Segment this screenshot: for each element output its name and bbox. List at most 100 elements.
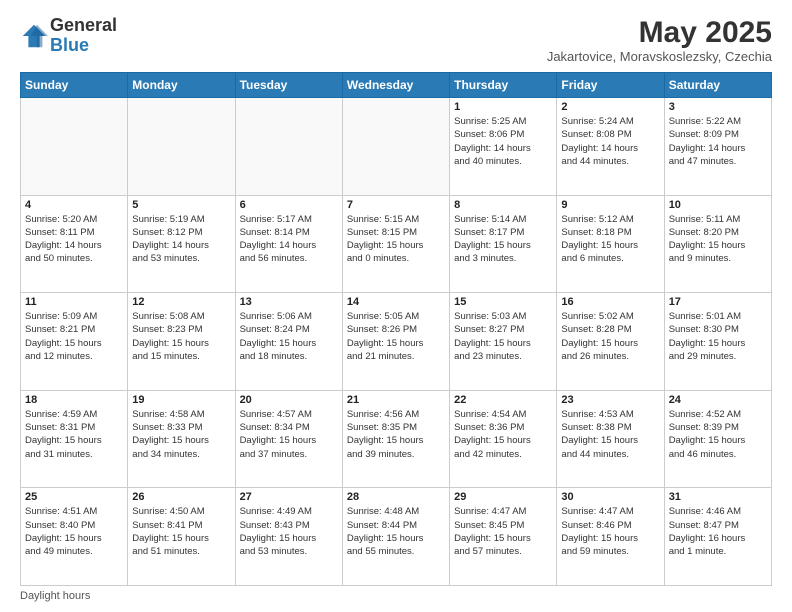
day-number: 25 [25,491,123,503]
calendar-week-1: 4Sunrise: 5:20 AM Sunset: 8:11 PM Daylig… [21,195,772,293]
calendar-cell: 4Sunrise: 5:20 AM Sunset: 8:11 PM Daylig… [21,195,128,293]
header-sunday: Sunday [21,73,128,98]
day-number: 5 [132,199,230,211]
calendar-cell: 15 Sunrise: 5:03 AM Sunset: 8:27 PM Dayli… [450,293,557,391]
day-number: 1 [454,101,552,113]
day-number: 16 [561,296,659,308]
calendar-header-row: Sunday Monday Tuesday Wednesday Thursday… [21,73,772,98]
day-info: Sunrise: 4:48 AM Sunset: 8:44 PM Dayligh… [347,505,445,558]
calendar-cell: 7 Sunrise: 5:15 AM Sunset: 8:15 PM Daylig… [342,195,449,293]
calendar-cell: 12 Sunrise: 5:08 AM Sunset: 8:23 PM Dayli… [128,293,235,391]
calendar-cell: 27 Sunrise: 4:49 AM Sunset: 8:43 PM Dayli… [235,488,342,586]
calendar-cell: 29 Sunrise: 4:47 AM Sunset: 8:45 PM Dayli… [450,488,557,586]
day-info: Sunrise: 4:46 AM Sunset: 8:47 PM Dayligh… [669,505,767,558]
header-saturday: Saturday [664,73,771,98]
day-info: Sunrise: 5:17 AM Sunset: 8:14 PM Dayligh… [240,213,338,266]
day-number: 31 [669,491,767,503]
calendar-cell: 17Sunrise: 5:01 AM Sunset: 8:30 PM Dayli… [664,293,771,391]
day-info: Sunrise: 5:24 AM Sunset: 8:08 PM Dayligh… [561,115,659,168]
day-number: 24 [669,394,767,406]
day-info: Sunrise: 4:47 AM Sunset: 8:45 PM Dayligh… [454,505,552,558]
day-number: 27 [240,491,338,503]
day-number: 8 [454,199,552,211]
day-info: Sunrise: 4:57 AM Sunset: 8:34 PM Dayligh… [240,408,338,461]
calendar-cell: 16Sunrise: 5:02 AM Sunset: 8:28 PM Dayli… [557,293,664,391]
day-number: 14 [347,296,445,308]
day-number: 21 [347,394,445,406]
day-number: 17 [669,296,767,308]
calendar-cell: 31 Sunrise: 4:46 AM Sunset: 8:47 PM Dayli… [664,488,771,586]
calendar-week-3: 18 Sunrise: 4:59 AM Sunset: 8:31 PM Dayli… [21,390,772,488]
day-info: Sunrise: 4:56 AM Sunset: 8:35 PM Dayligh… [347,408,445,461]
day-info: Sunrise: 5:03 AM Sunset: 8:27 PM Dayligh… [454,310,552,363]
day-number: 6 [240,199,338,211]
day-info: Sunrise: 5:08 AM Sunset: 8:23 PM Dayligh… [132,310,230,363]
day-info: Sunrise: 4:58 AM Sunset: 8:33 PM Dayligh… [132,408,230,461]
day-number: 26 [132,491,230,503]
day-info: Sunrise: 5:05 AM Sunset: 8:26 PM Dayligh… [347,310,445,363]
day-number: 28 [347,491,445,503]
day-number: 22 [454,394,552,406]
day-number: 11 [25,296,123,308]
header-friday: Friday [557,73,664,98]
calendar-cell: 10Sunrise: 5:11 AM Sunset: 8:20 PM Dayli… [664,195,771,293]
calendar-week-4: 25 Sunrise: 4:51 AM Sunset: 8:40 PM Dayli… [21,488,772,586]
day-info: Sunrise: 4:51 AM Sunset: 8:40 PM Dayligh… [25,505,123,558]
day-info: Sunrise: 4:49 AM Sunset: 8:43 PM Dayligh… [240,505,338,558]
calendar-cell: 18 Sunrise: 4:59 AM Sunset: 8:31 PM Dayli… [21,390,128,488]
day-info: Sunrise: 5:15 AM Sunset: 8:15 PM Dayligh… [347,213,445,266]
calendar-cell: 5 Sunrise: 5:19 AM Sunset: 8:12 PM Daylig… [128,195,235,293]
month-title: May 2025 [547,16,772,49]
day-number: 18 [25,394,123,406]
header-wednesday: Wednesday [342,73,449,98]
day-number: 23 [561,394,659,406]
day-info: Sunrise: 4:50 AM Sunset: 8:41 PM Dayligh… [132,505,230,558]
calendar-cell: 23 Sunrise: 4:53 AM Sunset: 8:38 PM Dayli… [557,390,664,488]
calendar-cell: 14 Sunrise: 5:05 AM Sunset: 8:26 PM Dayli… [342,293,449,391]
calendar-cell: 25 Sunrise: 4:51 AM Sunset: 8:40 PM Dayli… [21,488,128,586]
calendar-cell: 8Sunrise: 5:14 AM Sunset: 8:17 PM Daylig… [450,195,557,293]
day-number: 12 [132,296,230,308]
day-info: Sunrise: 4:53 AM Sunset: 8:38 PM Dayligh… [561,408,659,461]
calendar-cell [235,98,342,196]
day-number: 29 [454,491,552,503]
calendar-cell: 30 Sunrise: 4:47 AM Sunset: 8:46 PM Dayli… [557,488,664,586]
calendar-cell [342,98,449,196]
calendar-cell: 22 Sunrise: 4:54 AM Sunset: 8:36 PM Dayli… [450,390,557,488]
day-number: 3 [669,101,767,113]
header-thursday: Thursday [450,73,557,98]
day-number: 2 [561,101,659,113]
day-number: 30 [561,491,659,503]
calendar-cell: 3Sunrise: 5:22 AM Sunset: 8:09 PM Daylig… [664,98,771,196]
header-monday: Monday [128,73,235,98]
calendar-cell: 19 Sunrise: 4:58 AM Sunset: 8:33 PM Dayli… [128,390,235,488]
day-info: Sunrise: 4:54 AM Sunset: 8:36 PM Dayligh… [454,408,552,461]
header-tuesday: Tuesday [235,73,342,98]
day-number: 13 [240,296,338,308]
day-info: Sunrise: 5:09 AM Sunset: 8:21 PM Dayligh… [25,310,123,363]
logo-icon [20,22,48,50]
day-info: Sunrise: 5:11 AM Sunset: 8:20 PM Dayligh… [669,213,767,266]
day-number: 19 [132,394,230,406]
title-section: May 2025 Jakartovice, Moravskoslezsky, C… [547,16,772,64]
day-number: 7 [347,199,445,211]
calendar-cell: 6 Sunrise: 5:17 AM Sunset: 8:14 PM Daylig… [235,195,342,293]
calendar-cell: 13Sunrise: 5:06 AM Sunset: 8:24 PM Dayli… [235,293,342,391]
calendar-week-0: 1Sunrise: 5:25 AM Sunset: 8:06 PM Daylig… [21,98,772,196]
calendar-cell: 1Sunrise: 5:25 AM Sunset: 8:06 PM Daylig… [450,98,557,196]
day-info: Sunrise: 4:59 AM Sunset: 8:31 PM Dayligh… [25,408,123,461]
day-number: 15 [454,296,552,308]
header: General Blue May 2025 Jakartovice, Morav… [20,16,772,64]
calendar-week-2: 11 Sunrise: 5:09 AM Sunset: 8:21 PM Dayli… [21,293,772,391]
day-info: Sunrise: 5:20 AM Sunset: 8:11 PM Dayligh… [25,213,123,266]
logo-general: General [50,15,117,35]
day-info: Sunrise: 5:19 AM Sunset: 8:12 PM Dayligh… [132,213,230,266]
day-info: Sunrise: 4:47 AM Sunset: 8:46 PM Dayligh… [561,505,659,558]
calendar-cell: 2 Sunrise: 5:24 AM Sunset: 8:08 PM Daylig… [557,98,664,196]
logo: General Blue [20,16,117,56]
calendar-cell [128,98,235,196]
calendar-cell: 20Sunrise: 4:57 AM Sunset: 8:34 PM Dayli… [235,390,342,488]
calendar-cell: 24Sunrise: 4:52 AM Sunset: 8:39 PM Dayli… [664,390,771,488]
calendar-cell: 26 Sunrise: 4:50 AM Sunset: 8:41 PM Dayli… [128,488,235,586]
day-info: Sunrise: 5:12 AM Sunset: 8:18 PM Dayligh… [561,213,659,266]
